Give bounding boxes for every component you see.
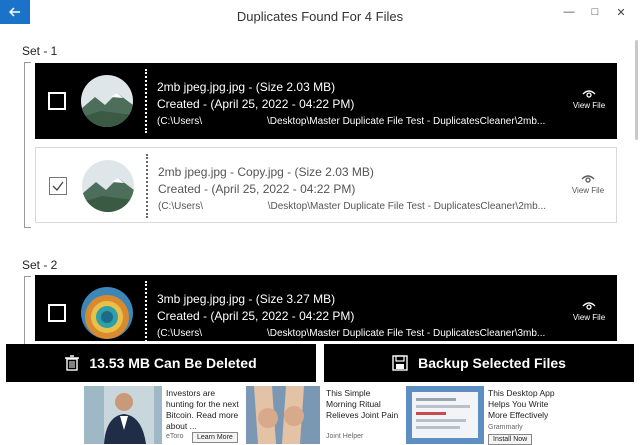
- view-file-label: View File: [572, 313, 606, 322]
- ad-text: Investors are hunting for the next Bitco…: [166, 388, 239, 431]
- ad-text: This Desktop App Helps You Write More Ef…: [488, 388, 555, 420]
- file-row[interactable]: 2mb jpeg.jpg - Copy.jpg - (Size 2.03 MB)…: [35, 147, 617, 223]
- close-button[interactable]: ✕: [608, 2, 634, 22]
- path-start: (C:\Users\: [157, 328, 202, 339]
- file-thumbnail: [81, 75, 133, 127]
- divider: [145, 69, 147, 133]
- created-date: Created - (April 25, 2022 - 04:22 PM): [158, 182, 356, 196]
- divider: [145, 281, 147, 341]
- select-checkbox[interactable]: [48, 304, 66, 322]
- ad-banner[interactable]: This Simple Morning Ritual Relieves Join…: [246, 386, 406, 444]
- view-file-button[interactable]: View File: [570, 174, 606, 195]
- set-label: Set - 2: [22, 258, 58, 272]
- title-bar: Duplicates Found For 4 Files — □ ✕: [0, 0, 640, 30]
- file-row[interactable]: 3mb jpeg.jpg.jpg - (Size 3.27 MB) Create…: [35, 275, 617, 341]
- backup-label: Backup Selected Files: [418, 355, 566, 371]
- created-date: Created - (April 25, 2022 - 04:22 PM): [157, 97, 355, 111]
- backup-button[interactable]: Backup Selected Files: [324, 344, 634, 382]
- eye-icon: [581, 175, 595, 183]
- view-file-button[interactable]: View File: [571, 89, 607, 110]
- ad-source: Joint Helper: [326, 433, 364, 440]
- scrollbar[interactable]: [635, 40, 638, 140]
- file-thumbnail: [82, 160, 134, 212]
- window-title: Duplicates Found For 4 Files: [236, 9, 404, 24]
- ad-banner[interactable]: This Desktop App Helps You Write More Ef…: [406, 386, 566, 445]
- ad-banner[interactable]: Investors are hunting for the next Bitco…: [84, 386, 246, 444]
- save-icon: [392, 355, 408, 371]
- path-end: \Desktop\Master Duplicate File Test - Du…: [267, 201, 546, 212]
- divider: [146, 154, 148, 218]
- maximize-button[interactable]: □: [582, 2, 608, 22]
- file-thumbnail: [81, 287, 133, 339]
- ad-image: [84, 386, 162, 444]
- select-checkbox[interactable]: [49, 177, 67, 195]
- ad-install-button[interactable]: Install Now: [488, 434, 533, 445]
- ad-image: [246, 386, 320, 444]
- eye-icon: [582, 90, 596, 98]
- path-end: \Desktop\Master Duplicate File Test - Du…: [267, 116, 546, 127]
- file-row[interactable]: 2mb jpeg.jpg.jpg - (Size 2.03 MB) Create…: [35, 63, 617, 139]
- ad-image: [406, 386, 484, 444]
- checkmark-icon: [52, 181, 64, 191]
- view-file-button[interactable]: View File: [571, 301, 607, 322]
- file-name: 3mb jpeg.jpg.jpg - (Size 3.27 MB): [157, 292, 336, 306]
- path-start: (C:\Users\: [157, 116, 202, 127]
- ad-learn-more-button[interactable]: Learn More: [192, 432, 238, 443]
- delete-button[interactable]: 13.53 MB Can Be Deleted: [6, 344, 316, 382]
- created-date: Created - (April 25, 2022 - 04:22 PM): [157, 309, 355, 323]
- ad-text: This Simple Morning Ritual Relieves Join…: [326, 388, 399, 420]
- ad-source: Grammarly: [488, 424, 523, 431]
- select-checkbox[interactable]: [48, 92, 66, 110]
- path-start: (C:\Users\: [158, 201, 203, 212]
- ad-source: eToro: [166, 433, 184, 440]
- file-name: 2mb jpeg.jpg - Copy.jpg - (Size 2.03 MB): [158, 165, 374, 179]
- trash-icon: [65, 355, 80, 371]
- view-file-label: View File: [571, 186, 605, 195]
- path-end: \Desktop\Master Duplicate File Test - Du…: [267, 328, 546, 339]
- view-file-label: View File: [572, 101, 606, 110]
- file-name: 2mb jpeg.jpg.jpg - (Size 2.03 MB): [157, 80, 336, 94]
- minimize-button[interactable]: —: [556, 2, 582, 22]
- delete-label: 13.53 MB Can Be Deleted: [89, 355, 257, 371]
- eye-icon: [582, 302, 596, 310]
- set-label: Set - 1: [22, 44, 58, 58]
- set-bracket: [24, 62, 31, 228]
- set-bracket: [24, 276, 31, 347]
